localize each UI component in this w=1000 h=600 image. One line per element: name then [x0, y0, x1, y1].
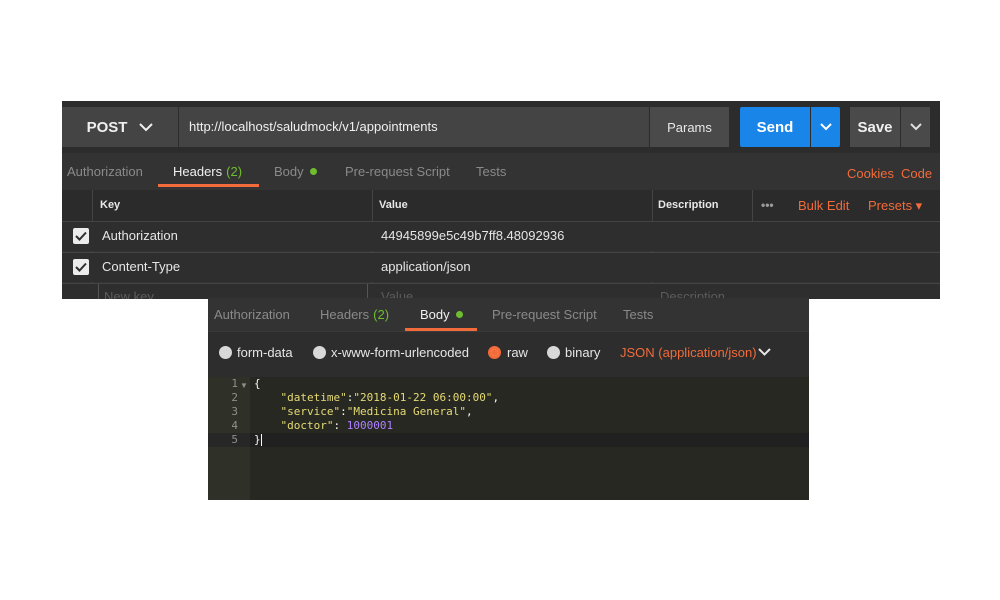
bulk-edit-link[interactable]: Bulk Edit — [798, 190, 849, 221]
json-comma: , — [492, 391, 500, 404]
save-options-button[interactable] — [901, 107, 930, 147]
row-enabled-checkbox[interactable] — [73, 228, 89, 244]
code-line: } — [254, 433, 262, 447]
chevron-down-icon[interactable] — [758, 348, 771, 356]
headers-table-header: Key Value Description ••• Bulk Edit Pres… — [62, 190, 940, 221]
request-tabs: Authorization Headers (2) Body Pre-reque… — [208, 298, 809, 331]
new-description-input[interactable]: Description — [660, 282, 725, 299]
header-value-cell[interactable]: application/json — [381, 252, 471, 282]
checkmark-icon — [75, 231, 87, 241]
save-button[interactable]: Save — [850, 107, 900, 147]
option-x-www-form-urlencoded[interactable]: x-www-form-urlencoded — [331, 345, 469, 360]
json-key: "datetime" — [280, 391, 347, 404]
radio-binary[interactable] — [547, 346, 560, 359]
json-comma: , — [465, 405, 473, 418]
option-raw[interactable]: raw — [507, 345, 528, 360]
chevron-down-icon — [819, 123, 832, 131]
tab-authorization[interactable]: Authorization — [67, 153, 143, 190]
table-row: Authorization 44945899e5c49b7ff8.4809293… — [62, 221, 940, 251]
column-value: Value — [379, 199, 408, 211]
radio-form-data[interactable] — [219, 346, 232, 359]
chevron-down-icon — [909, 123, 922, 131]
json-key: "service" — [280, 405, 341, 418]
code-line: "datetime":"2018-01-22 06:00:00", — [254, 391, 500, 405]
cookies-link[interactable]: Cookies — [847, 166, 894, 181]
header-key-cell[interactable]: Content-Type — [102, 252, 180, 282]
headers-count-badge: (2) — [373, 307, 390, 322]
header-key-cell[interactable]: Authorization — [102, 221, 178, 251]
send-button[interactable]: Send — [740, 107, 810, 147]
tab-body-label: Body — [420, 307, 450, 322]
header-value-cell[interactable]: 44945899e5c49b7ff8.48092936 — [381, 221, 564, 251]
option-binary[interactable]: binary — [565, 345, 600, 360]
column-divider — [752, 190, 753, 221]
new-key-input[interactable]: New key — [104, 282, 154, 299]
table-row: Content-Type application/json — [62, 252, 940, 282]
option-form-data[interactable]: form-data — [237, 345, 293, 360]
row-divider — [62, 252, 940, 253]
line-number: 3 — [231, 405, 238, 418]
json-separator: : — [340, 405, 347, 418]
tab-headers-label: Headers — [320, 307, 370, 322]
new-value-input[interactable]: Value — [381, 282, 413, 299]
more-options-icon[interactable]: ••• — [761, 190, 774, 221]
active-line-highlight — [208, 433, 809, 447]
code-line: "service":"Medicina General", — [254, 405, 473, 419]
tab-headers[interactable]: Headers (2) — [320, 298, 389, 331]
headers-panel: POST http://localhost/saludmock/v1/appoi… — [62, 101, 940, 299]
close-brace: } — [254, 433, 261, 446]
column-key: Key — [100, 199, 121, 211]
line-number: 2 — [231, 391, 238, 404]
open-brace: { — [254, 377, 261, 390]
radio-x-www-form-urlencoded[interactable] — [313, 346, 326, 359]
body-panel: Authorization Headers (2) Body Pre-reque… — [208, 298, 809, 500]
request-bar: POST http://localhost/saludmock/v1/appoi… — [62, 101, 940, 153]
checkmark-icon — [75, 262, 87, 272]
row-enabled-checkbox[interactable] — [73, 259, 89, 275]
text-cursor — [260, 434, 262, 446]
headers-count-badge: (2) — [226, 164, 243, 179]
tab-tests[interactable]: Tests — [476, 153, 506, 190]
presets-dropdown[interactable]: Presets ▾ — [868, 190, 922, 221]
fold-arrow-icon[interactable]: ▼ — [240, 381, 248, 390]
tab-tests[interactable]: Tests — [623, 298, 653, 331]
code-line: "doctor": 1000001 — [254, 419, 394, 433]
active-tab-indicator — [158, 184, 259, 187]
url-input[interactable]: http://localhost/saludmock/v1/appointmen… — [179, 107, 649, 147]
code-line: { — [254, 377, 261, 391]
tab-prerequest-script[interactable]: Pre-request Script — [345, 153, 450, 190]
method-dropdown[interactable]: POST — [62, 107, 178, 147]
content-type-dropdown[interactable]: JSON (application/json) — [620, 345, 757, 360]
json-number-value: 1000001 — [346, 419, 394, 432]
json-key: "doctor" — [280, 419, 334, 432]
code-editor[interactable]: 1 ▼ 2 3 4 5 { "datetime":"2018-01-22 06:… — [208, 377, 809, 500]
table-row-new: New key Value Description — [62, 283, 940, 299]
json-string-value: "Medicina General" — [346, 405, 466, 418]
body-status-dot-icon — [455, 311, 463, 318]
method-label: POST — [86, 118, 128, 136]
tab-prerequest-script[interactable]: Pre-request Script — [492, 298, 597, 331]
body-type-options: form-data x-www-form-urlencoded raw bina… — [208, 331, 809, 376]
send-options-button[interactable] — [811, 107, 840, 147]
tab-body[interactable]: Body — [274, 153, 317, 190]
json-string-value: "2018-01-22 06:00:00" — [353, 391, 493, 404]
tab-headers-label: Headers — [173, 164, 223, 179]
json-separator: : — [333, 419, 347, 432]
tab-authorization[interactable]: Authorization — [214, 298, 290, 331]
row-divider — [62, 283, 940, 284]
line-number: 4 — [231, 419, 238, 432]
radio-raw[interactable] — [488, 346, 501, 359]
line-number: 5 — [231, 433, 238, 446]
column-description: Description — [658, 199, 719, 211]
tab-body[interactable]: Body — [420, 298, 463, 331]
params-button[interactable]: Params — [650, 107, 729, 147]
code-link[interactable]: Code — [901, 166, 932, 181]
line-number: 1 — [231, 377, 238, 390]
body-status-dot-icon — [309, 168, 317, 175]
tab-body-label: Body — [274, 164, 304, 179]
chevron-down-icon — [139, 122, 154, 131]
row-divider — [62, 221, 940, 222]
